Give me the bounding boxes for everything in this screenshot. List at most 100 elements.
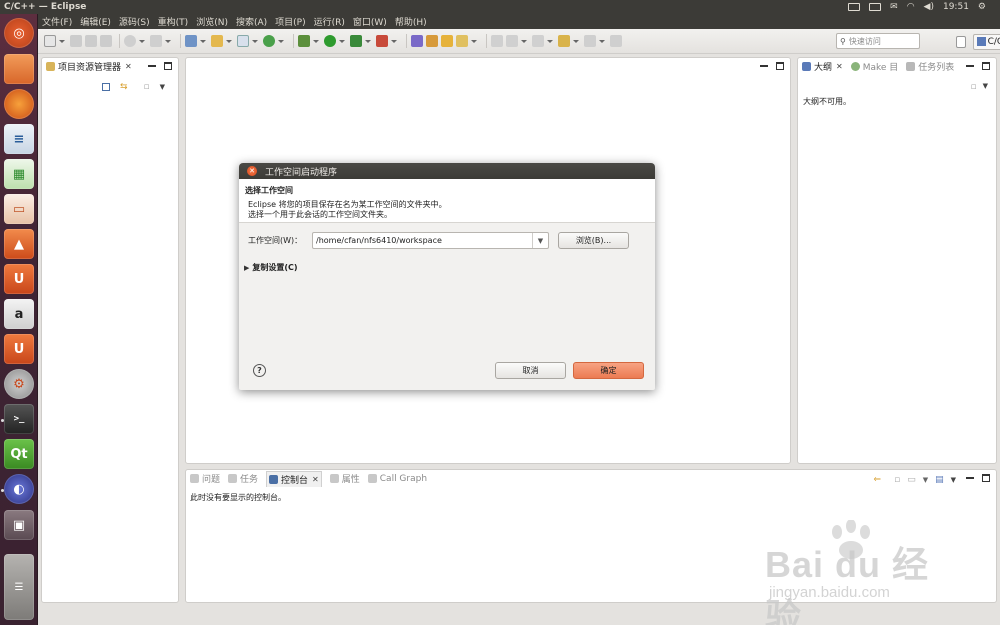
impress-icon[interactable]: ▭ xyxy=(4,194,34,224)
chevron-down-icon[interactable]: ▼ xyxy=(532,233,548,248)
cancel-button[interactable]: 取消 xyxy=(495,362,566,379)
pin-icon[interactable] xyxy=(610,35,622,47)
dash-home-icon[interactable]: ◎ xyxy=(4,18,34,48)
forward-dropdown-icon[interactable] xyxy=(599,39,605,43)
tab-task-list[interactable]: 任务列表 xyxy=(906,60,954,73)
keyboard-icon[interactable] xyxy=(848,3,861,11)
workspace-switcher-icon[interactable]: ▣ xyxy=(4,510,34,540)
tab-console[interactable]: 控制台 ✕ xyxy=(266,470,322,487)
browse-button[interactable]: 浏览(B)... xyxy=(558,232,629,249)
menu-window[interactable]: 窗口(W) xyxy=(353,15,387,28)
power-icon[interactable]: ⚙ xyxy=(978,2,986,12)
external-tools-dropdown-icon[interactable] xyxy=(391,39,397,43)
terminal-icon[interactable]: >_ xyxy=(4,404,34,434)
copy-settings-row[interactable]: ▶ 复制设置(C) xyxy=(244,262,298,273)
tab-outline[interactable]: 大纲 ✕ xyxy=(802,60,843,73)
firefox-icon[interactable] xyxy=(4,89,34,119)
tab-problems[interactable]: 问题 xyxy=(190,472,220,485)
new-project-icon[interactable] xyxy=(185,35,197,47)
back-dropdown-icon[interactable] xyxy=(573,39,579,43)
open-element-icon[interactable] xyxy=(441,35,453,47)
forward-icon[interactable] xyxy=(584,35,596,47)
minimize-icon[interactable] xyxy=(966,65,974,67)
tab-properties[interactable]: 属性 xyxy=(329,472,360,485)
menu-search[interactable]: 搜索(A) xyxy=(236,15,267,28)
minimize-icon[interactable] xyxy=(760,65,768,67)
clear-console-icon[interactable]: ⇐ xyxy=(874,475,882,485)
qt-creator-icon[interactable]: Qt xyxy=(4,439,34,469)
menu-navigate[interactable]: 浏览(N) xyxy=(196,15,228,28)
software-center-icon[interactable]: ▲ xyxy=(4,229,34,259)
minimize-icon[interactable] xyxy=(966,477,974,479)
last-edit-dropdown-icon[interactable] xyxy=(547,39,553,43)
open-perspective-icon[interactable] xyxy=(956,35,966,48)
files-icon[interactable] xyxy=(4,54,34,84)
close-icon[interactable]: ✕ xyxy=(125,62,132,71)
coverage-dropdown-icon[interactable] xyxy=(365,39,371,43)
external-tools-icon[interactable] xyxy=(376,35,388,47)
tab-call-graph[interactable]: Call Graph xyxy=(367,474,427,484)
save-icon[interactable] xyxy=(70,35,82,47)
eclipse-icon[interactable]: ◐ xyxy=(4,474,34,504)
pin-console-icon[interactable]: ▫ xyxy=(894,475,900,485)
edit-icon[interactable] xyxy=(456,35,468,47)
menu-file[interactable]: 文件(F) xyxy=(42,15,72,28)
new-file-dropdown-icon[interactable] xyxy=(252,39,258,43)
maximize-icon[interactable] xyxy=(982,62,990,70)
tools-icon[interactable] xyxy=(150,35,162,47)
run-icon[interactable] xyxy=(324,35,336,47)
new-class-icon[interactable] xyxy=(263,35,275,47)
workspace-combo[interactable]: /home/cfan/nfs6410/workspace ▼ xyxy=(312,232,549,249)
writer-icon[interactable]: ≡ xyxy=(4,124,34,154)
amazon-icon[interactable]: a xyxy=(4,299,34,329)
maximize-icon[interactable] xyxy=(982,474,990,482)
tab-make-target[interactable]: Make 目 xyxy=(850,60,898,73)
expand-triangle-icon[interactable]: ▶ xyxy=(244,264,249,272)
last-edit-icon[interactable] xyxy=(532,35,544,47)
build-icon[interactable] xyxy=(124,35,136,47)
ok-button[interactable]: 确定 xyxy=(573,362,644,379)
back-icon[interactable] xyxy=(558,35,570,47)
save-all-icon[interactable] xyxy=(85,35,97,47)
view-menu-dropdown-icon[interactable]: ▼ xyxy=(983,82,988,92)
menu-help[interactable]: 帮助(H) xyxy=(395,15,427,28)
menu-run[interactable]: 运行(R) xyxy=(314,15,345,28)
mail-icon[interactable]: ✉ xyxy=(890,2,898,12)
maximize-icon[interactable] xyxy=(776,62,784,70)
new-file-icon[interactable] xyxy=(237,35,249,47)
new-project-dropdown-icon[interactable] xyxy=(200,39,206,43)
new-class-dropdown-icon[interactable] xyxy=(278,39,284,43)
tab-tasks[interactable]: 任务 xyxy=(228,472,258,485)
volume-icon[interactable]: ◀) xyxy=(924,2,934,12)
tools-dropdown-icon[interactable] xyxy=(165,39,171,43)
trash-icon[interactable]: ☰ xyxy=(4,554,34,620)
print-icon[interactable] xyxy=(100,35,112,47)
close-icon[interactable]: ✕ xyxy=(247,166,257,176)
debug-icon[interactable] xyxy=(298,35,310,47)
system-settings-icon[interactable]: ⚙ xyxy=(4,369,34,399)
annotation-next-icon[interactable] xyxy=(491,35,503,47)
clock[interactable]: 19:51 xyxy=(943,2,969,12)
debug-dropdown-icon[interactable] xyxy=(313,39,319,43)
close-icon[interactable]: ✕ xyxy=(312,475,319,484)
view-menu-dropdown-icon[interactable]: ▼ xyxy=(160,83,165,91)
menu-source[interactable]: 源码(S) xyxy=(119,15,150,28)
new-icon[interactable] xyxy=(44,35,56,47)
ubuntu-one-icon[interactable]: U xyxy=(4,264,34,294)
battery-icon[interactable] xyxy=(869,3,882,11)
annotation-prev-icon[interactable] xyxy=(506,35,518,47)
display-console-icon[interactable]: ▭ xyxy=(907,475,916,485)
calc-icon[interactable]: ▦ xyxy=(4,159,34,189)
view-menu-icon[interactable]: ▫ xyxy=(144,82,150,92)
quick-access-input[interactable]: ⚲ 快速访问 xyxy=(836,33,920,49)
open-console-dropdown-icon[interactable]: ▼ xyxy=(951,476,956,484)
menu-edit[interactable]: 编辑(E) xyxy=(80,15,111,28)
open-type-icon[interactable] xyxy=(426,35,438,47)
display-console-dropdown-icon[interactable]: ▼ xyxy=(923,476,928,484)
perspective-cpp-button[interactable]: C/C++ xyxy=(972,33,1000,50)
view-menu-icon[interactable]: ▫ xyxy=(971,82,977,92)
build-dropdown-icon[interactable] xyxy=(139,39,145,43)
link-with-editor-icon[interactable]: ⇆ xyxy=(120,82,128,92)
edit-dropdown-icon[interactable] xyxy=(471,39,477,43)
maximize-icon[interactable] xyxy=(164,62,172,70)
